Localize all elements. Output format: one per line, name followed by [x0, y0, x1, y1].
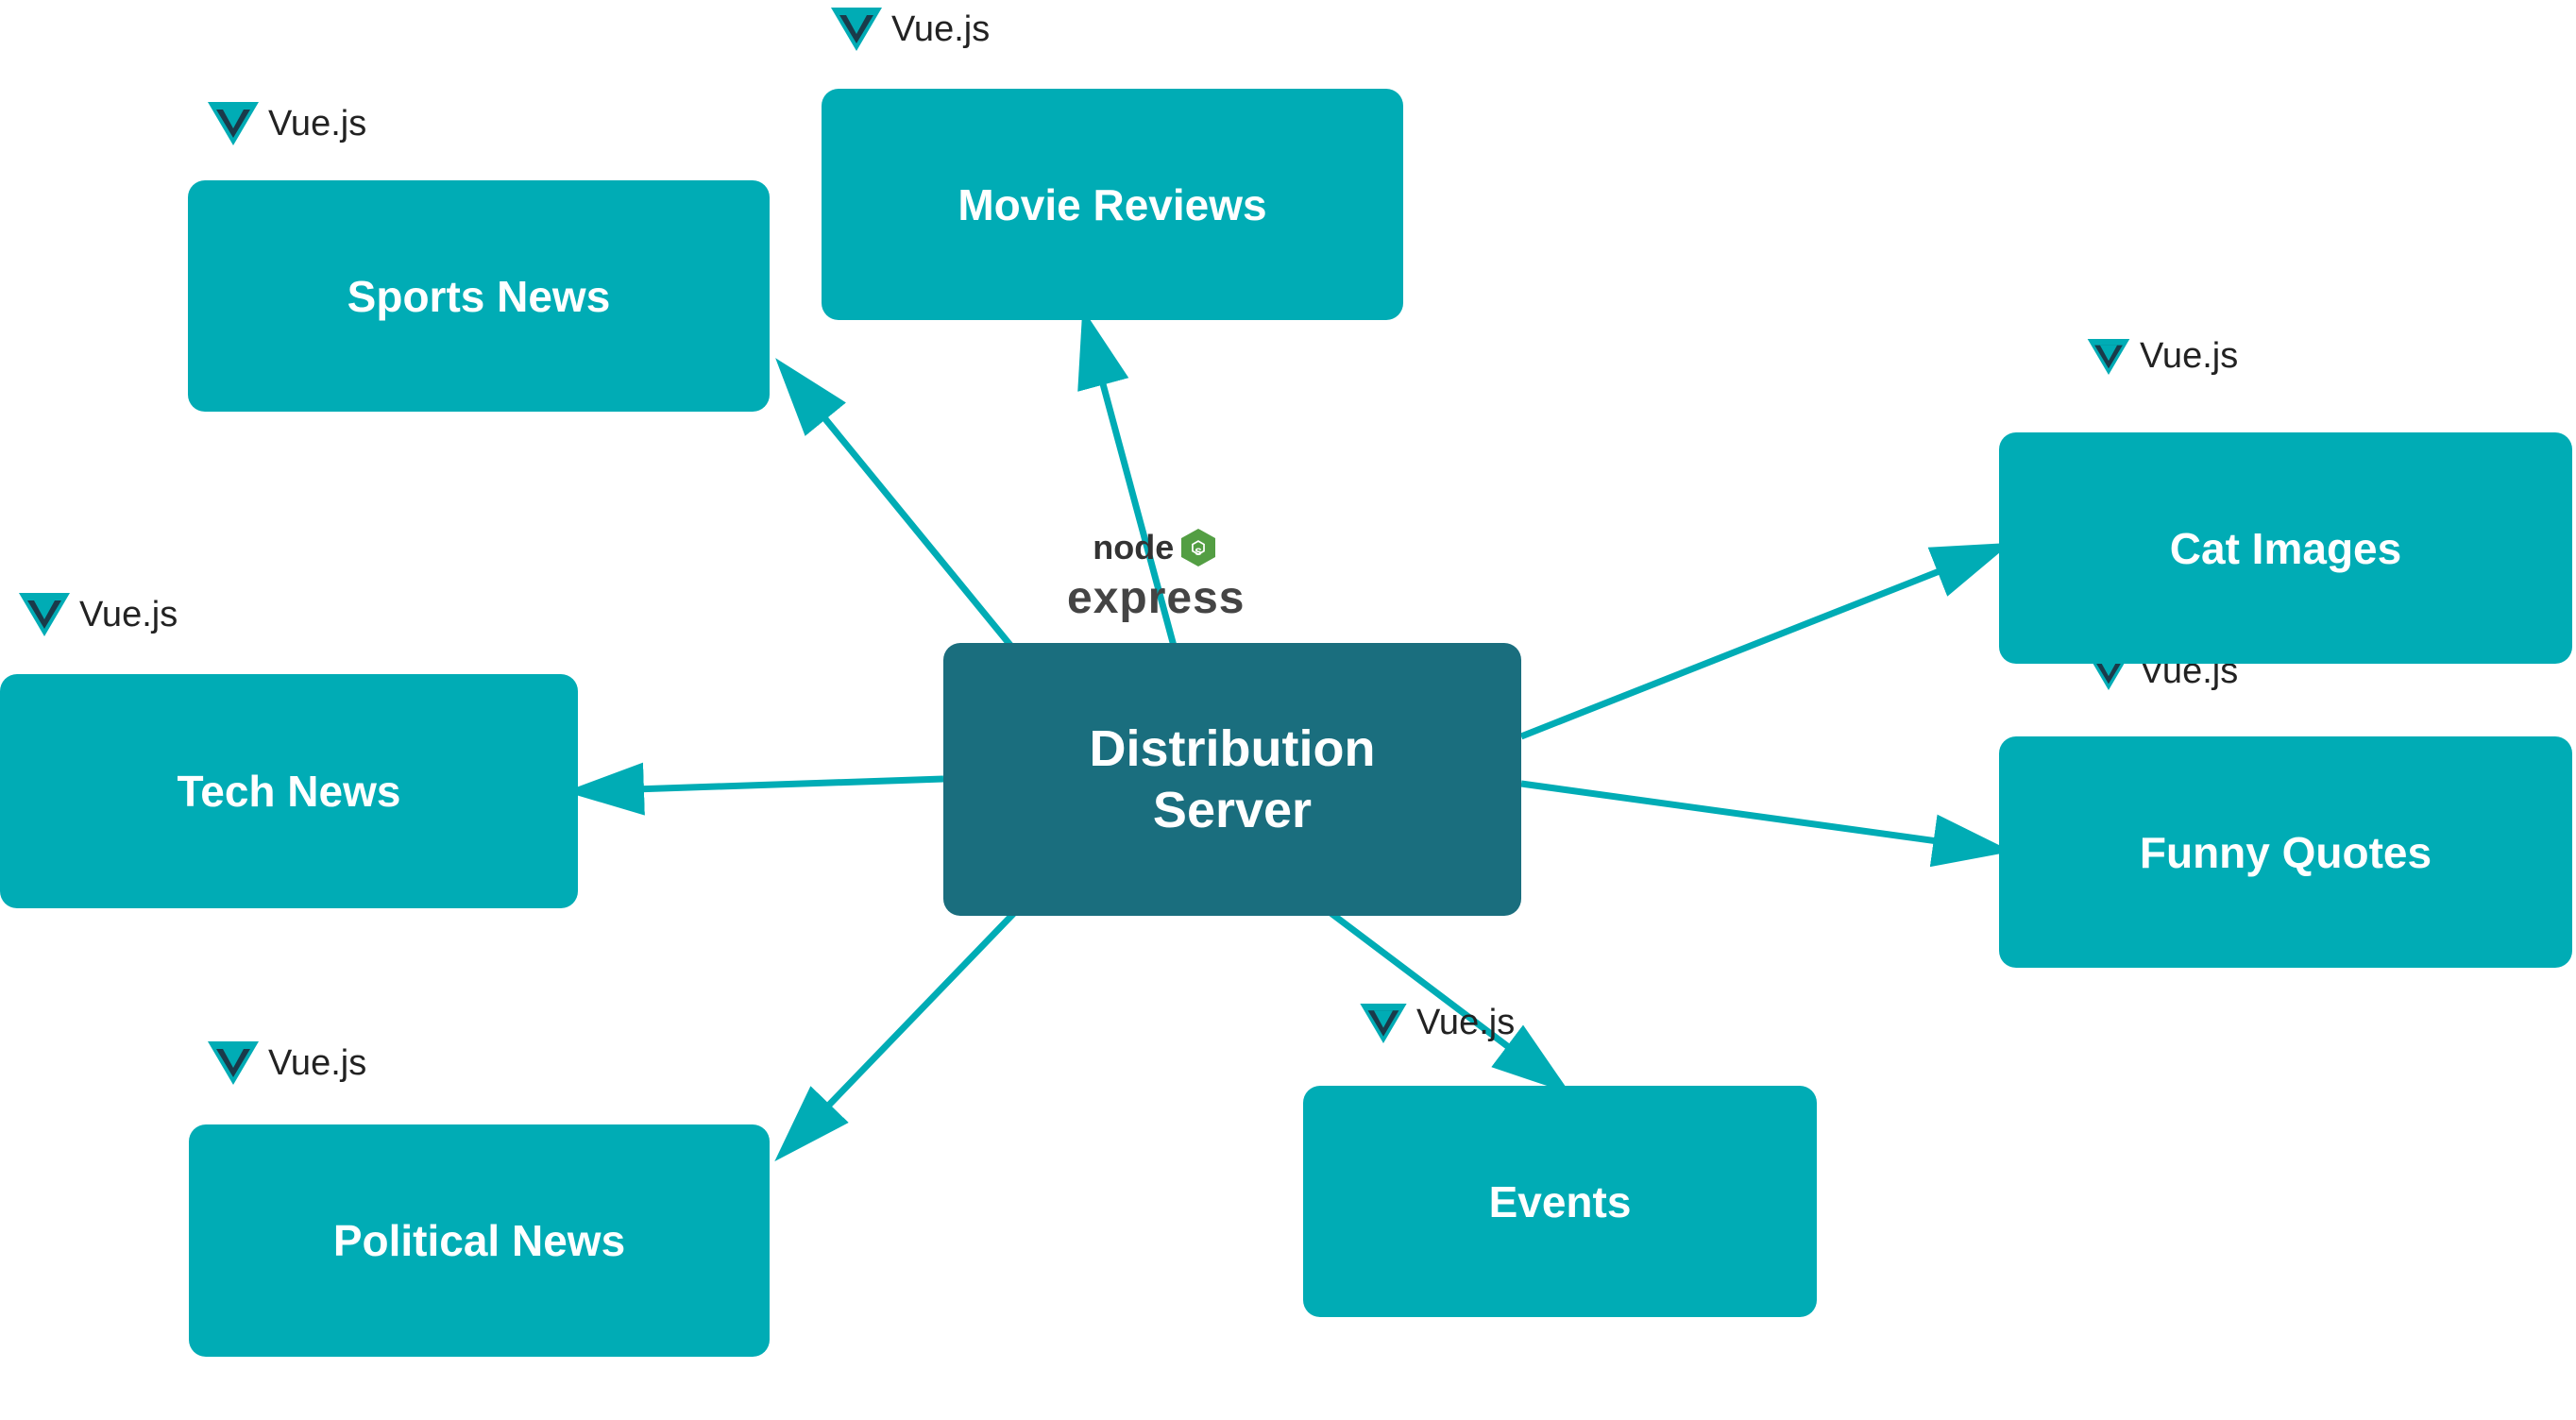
node-express-logo: node ⬡ s express	[1067, 527, 1245, 624]
vue-icon-cat	[2087, 339, 2130, 375]
vue-icon-political	[208, 1041, 259, 1085]
diagram-container: Vue.js Vue.js Vue.js Vue.js	[0, 0, 2576, 1420]
vue-label-movie: Vue.js	[831, 8, 990, 51]
movie-reviews-node: Movie Reviews	[822, 89, 1403, 320]
node-logo: node ⬡ s	[1067, 527, 1245, 568]
vue-icon-movie	[831, 8, 882, 51]
vue-label-events: Vue.js	[1360, 1003, 1515, 1043]
vue-icon-events	[1360, 1004, 1407, 1043]
events-node: Events	[1303, 1086, 1817, 1317]
vue-label-tech: Vue.js	[19, 593, 178, 636]
vue-label-sports: Vue.js	[208, 102, 366, 145]
cat-images-node: Cat Images	[1999, 432, 2572, 664]
vue-icon-sports	[208, 102, 259, 145]
political-news-node: Political News	[189, 1124, 770, 1357]
sports-news-node: Sports News	[188, 180, 770, 412]
vue-icon-tech	[19, 593, 70, 636]
vue-label-political: Vue.js	[208, 1041, 366, 1085]
distribution-server-node: DistributionServer	[943, 643, 1521, 916]
express-text: express	[1067, 572, 1245, 624]
nodejs-hex-icon: ⬡ s	[1178, 527, 1219, 568]
vue-label-cat: Vue.js	[2087, 336, 2238, 377]
funny-quotes-node: Funny Quotes	[1999, 736, 2572, 968]
tech-news-node: Tech News	[0, 674, 578, 908]
svg-text:s: s	[1195, 543, 1202, 558]
